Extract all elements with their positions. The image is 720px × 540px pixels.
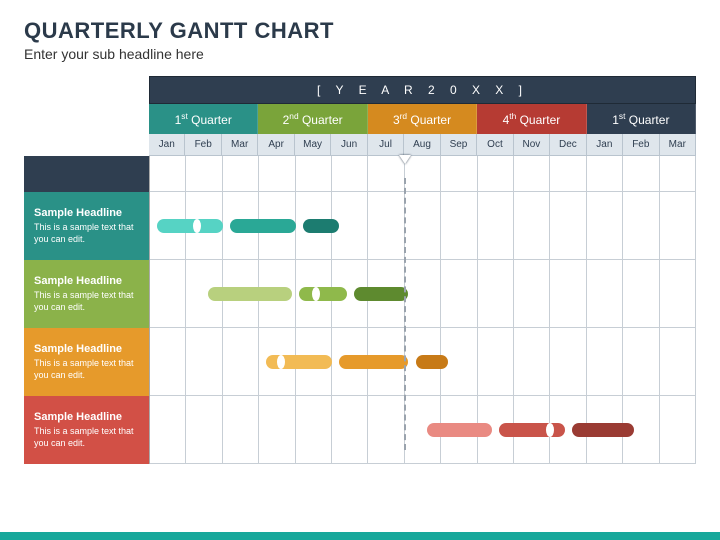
row-desc: This is a sample text that you can edit.	[34, 290, 139, 313]
gantt-bar	[354, 287, 409, 301]
gantt-chart: [ Y E A R 2 0 X X ] 1st Quarter2nd Quart…	[24, 76, 696, 464]
month-header: Apr	[258, 134, 294, 156]
month-header: Feb	[185, 134, 221, 156]
row-headline: Sample Headline	[34, 343, 139, 355]
month-header: Jun	[331, 134, 367, 156]
month-header: May	[295, 134, 331, 156]
quarter-header-row: 1st Quarter2nd Quarter3rd Quarter4th Qua…	[149, 104, 696, 134]
gantt-bar	[339, 355, 408, 369]
month-header: Aug	[404, 134, 440, 156]
quarter-header: 1st Quarter	[587, 104, 696, 134]
gantt-bar	[499, 423, 565, 437]
gantt-bar	[427, 423, 493, 437]
month-header: Jan	[149, 134, 185, 156]
quarter-header: 2nd Quarter	[258, 104, 367, 134]
row-grid	[149, 396, 696, 464]
gantt-row: Sample Headline This is a sample text tha…	[24, 328, 696, 396]
gantt-bar	[416, 355, 449, 369]
now-indicator-icon	[399, 155, 411, 164]
row-desc: This is a sample text that you can edit.	[34, 222, 139, 245]
quarter-header: 4th Quarter	[477, 104, 586, 134]
month-header: Mar	[660, 134, 696, 156]
row-label: Sample Headline This is a sample text tha…	[24, 396, 149, 464]
grid-spacer	[149, 156, 696, 192]
milestone-icon	[546, 423, 554, 437]
spacer-row	[24, 156, 696, 192]
row-grid	[149, 328, 696, 396]
gantt-row: Sample Headline This is a sample text tha…	[24, 260, 696, 328]
row-label: Sample Headline This is a sample text tha…	[24, 328, 149, 396]
quarter-header: 3rd Quarter	[368, 104, 477, 134]
milestone-icon	[193, 219, 201, 233]
page-title: QUARTERLY GANTT CHART	[24, 18, 696, 44]
gantt-bar	[572, 423, 634, 437]
month-header: Oct	[477, 134, 513, 156]
quarter-header: 1st Quarter	[149, 104, 258, 134]
row-label: Sample Headline This is a sample text tha…	[24, 260, 149, 328]
gantt-bar	[299, 287, 346, 301]
row-desc: This is a sample text that you can edit.	[34, 358, 139, 381]
milestone-icon	[312, 287, 320, 301]
gantt-bar	[157, 219, 223, 233]
month-header: Nov	[514, 134, 550, 156]
gantt-row: Sample Headline This is a sample text tha…	[24, 192, 696, 260]
month-header: Jan	[587, 134, 623, 156]
row-desc: This is a sample text that you can edit.	[34, 426, 139, 449]
row-headline: Sample Headline	[34, 207, 139, 219]
month-header: Feb	[623, 134, 659, 156]
footer-accent	[0, 532, 720, 540]
gantt-bar	[230, 219, 296, 233]
month-header: Mar	[222, 134, 258, 156]
year-header: [ Y E A R 2 0 X X ]	[149, 76, 696, 104]
now-indicator-line	[404, 178, 406, 450]
row-label: Sample Headline This is a sample text tha…	[24, 192, 149, 260]
row-grid	[149, 192, 696, 260]
page-subtitle: Enter your sub headline here	[24, 46, 696, 62]
month-header: Jul	[368, 134, 404, 156]
gantt-bar	[303, 219, 339, 233]
month-header-row: JanFebMarAprMayJunJulAugSepOctNovDecJanF…	[149, 134, 696, 156]
row-label-blank	[24, 156, 149, 192]
gantt-bar	[208, 287, 292, 301]
row-grid	[149, 260, 696, 328]
row-headline: Sample Headline	[34, 411, 139, 423]
gantt-row: Sample Headline This is a sample text tha…	[24, 396, 696, 464]
row-headline: Sample Headline	[34, 275, 139, 287]
month-header: Sep	[441, 134, 477, 156]
month-header: Dec	[550, 134, 586, 156]
milestone-icon	[277, 355, 285, 369]
